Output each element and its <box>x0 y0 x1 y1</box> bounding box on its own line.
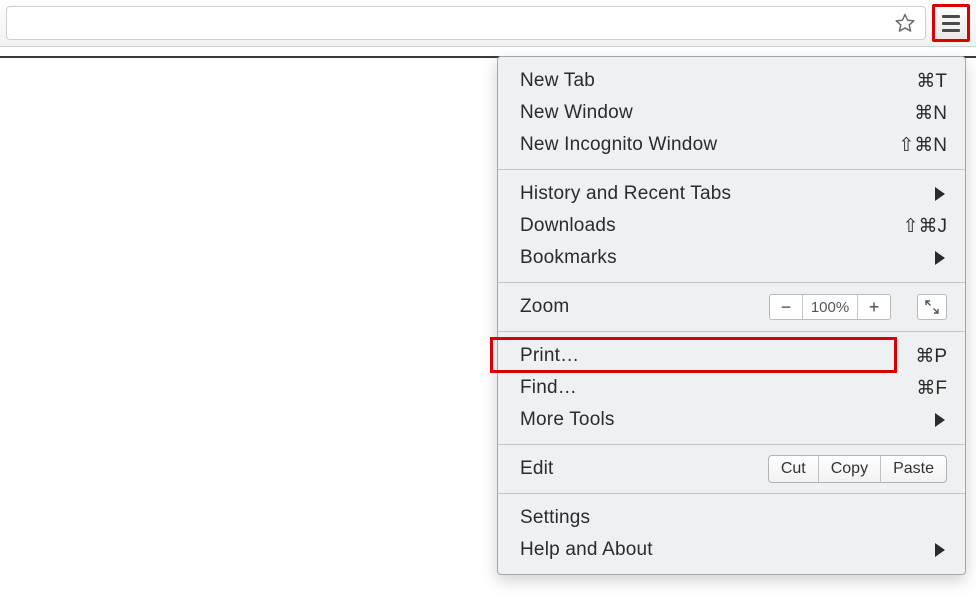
zoom-in-button[interactable]: + <box>858 295 890 319</box>
menu-divider <box>498 169 965 170</box>
shortcut: ⇧⌘J <box>887 215 947 238</box>
menu-label: Downloads <box>520 215 887 237</box>
menu-label: Zoom <box>520 296 769 318</box>
paste-button[interactable]: Paste <box>881 456 946 482</box>
menu-label: More Tools <box>520 409 887 431</box>
menu-label: Bookmarks <box>520 247 887 269</box>
menu-label: Edit <box>520 458 768 480</box>
copy-button[interactable]: Copy <box>819 456 880 482</box>
menu-label: Print… <box>520 345 887 367</box>
shortcut: ⌘T <box>887 70 947 93</box>
menu-divider <box>498 444 965 445</box>
menu-item-new-tab[interactable]: New Tab ⌘T <box>498 65 965 97</box>
edit-button-group: Cut Copy Paste <box>768 455 947 483</box>
shortcut: ⌘N <box>887 102 947 125</box>
menu-label: Settings <box>520 507 887 529</box>
chevron-right-icon <box>935 413 945 427</box>
menu-item-more-tools[interactable]: More Tools <box>498 404 965 436</box>
menu-item-bookmarks[interactable]: Bookmarks <box>498 242 965 274</box>
menu-item-print[interactable]: Print… ⌘P <box>498 340 965 372</box>
menu-label: New Tab <box>520 70 887 92</box>
chevron-right-icon <box>935 251 945 265</box>
zoom-percent: 100% <box>803 295 857 319</box>
hamburger-icon <box>942 15 960 18</box>
menu-item-downloads[interactable]: Downloads ⇧⌘J <box>498 210 965 242</box>
menu-item-help[interactable]: Help and About <box>498 534 965 566</box>
browser-toolbar <box>0 0 976 47</box>
menu-label: New Window <box>520 102 887 124</box>
chevron-right-icon <box>935 543 945 557</box>
main-menu: New Tab ⌘T New Window ⌘N New Incognito W… <box>497 56 966 575</box>
bookmark-star-icon[interactable] <box>893 11 917 35</box>
chevron-right-icon <box>935 187 945 201</box>
menu-item-incognito[interactable]: New Incognito Window ⇧⌘N <box>498 129 965 161</box>
menu-label: Help and About <box>520 539 887 561</box>
shortcut: ⌘P <box>887 345 947 368</box>
menu-divider <box>498 282 965 283</box>
zoom-button-group: − 100% + <box>769 294 891 320</box>
menu-divider <box>498 493 965 494</box>
main-menu-button[interactable] <box>932 4 970 42</box>
menu-label: New Incognito Window <box>520 134 887 156</box>
fullscreen-button[interactable] <box>917 294 947 320</box>
menu-label: History and Recent Tabs <box>520 183 887 205</box>
shortcut: ⇧⌘N <box>887 134 947 157</box>
menu-item-settings[interactable]: Settings <box>498 502 965 534</box>
menu-item-new-window[interactable]: New Window ⌘N <box>498 97 965 129</box>
address-bar[interactable] <box>6 6 926 40</box>
menu-item-edit: Edit Cut Copy Paste <box>498 453 965 485</box>
shortcut: ⌘F <box>887 377 947 400</box>
cut-button[interactable]: Cut <box>769 456 818 482</box>
menu-label: Find… <box>520 377 887 399</box>
menu-divider <box>498 331 965 332</box>
menu-item-history[interactable]: History and Recent Tabs <box>498 178 965 210</box>
zoom-out-button[interactable]: − <box>770 295 802 319</box>
menu-item-find[interactable]: Find… ⌘F <box>498 372 965 404</box>
menu-item-zoom: Zoom − 100% + <box>498 291 965 323</box>
